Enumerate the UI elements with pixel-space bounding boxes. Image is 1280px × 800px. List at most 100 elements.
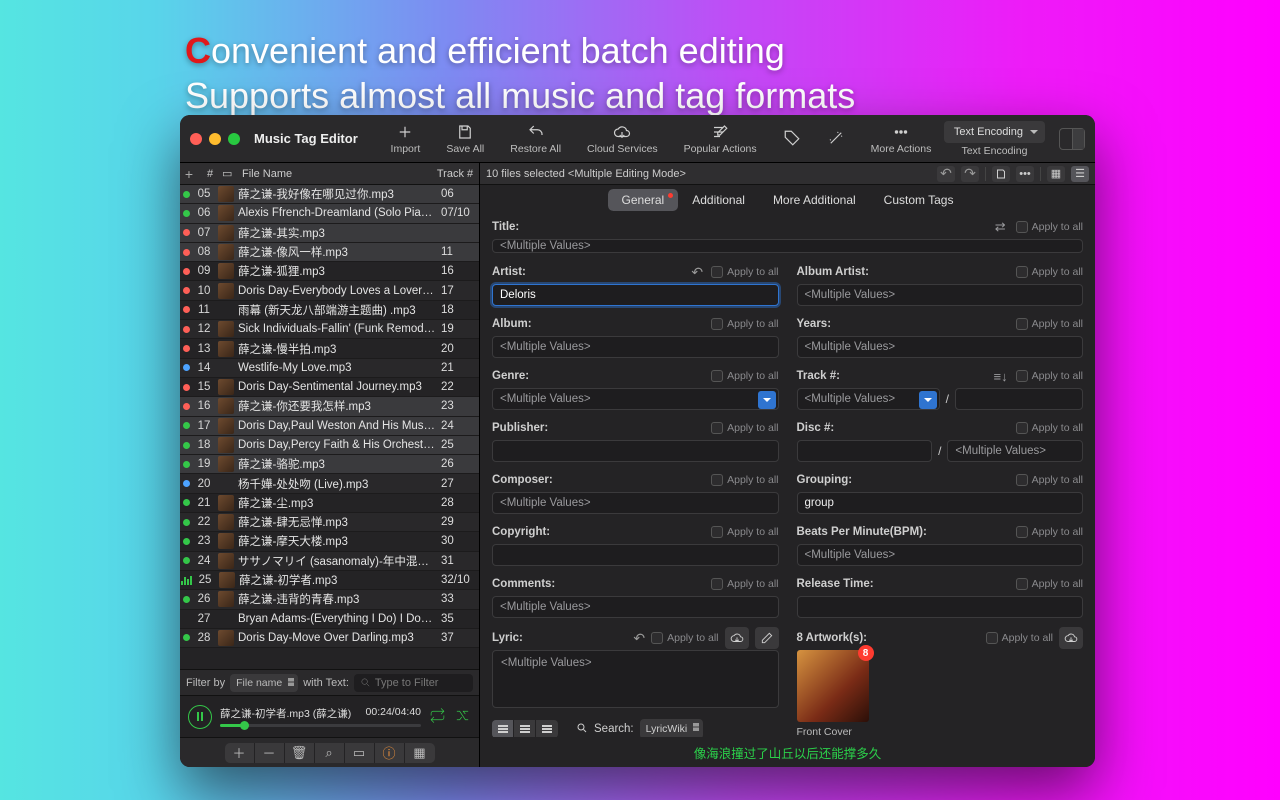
genre-select[interactable]: <Multiple Values> [492,388,779,410]
tag-icon[interactable] [783,129,801,149]
title-apply[interactable]: Apply to all [1016,221,1083,233]
track-num-select[interactable]: <Multiple Values> [797,388,940,410]
save-all-button[interactable]: Save All [446,123,484,155]
shuffle-button[interactable] [454,707,471,727]
tab-general[interactable]: General [608,189,679,211]
swap-icon[interactable]: ⇄ [995,219,1006,235]
table-row[interactable]: 08薛之谦-像风一样.mp311 [180,243,479,262]
table-row[interactable]: 13薛之谦-慢半拍.mp320 [180,339,479,358]
lyric-source-select[interactable]: LyricWiki [640,719,704,737]
lyric-edit-button[interactable] [755,627,779,649]
import-button[interactable]: Import [391,123,421,155]
file-name: Sick Individuals-Fallin' (Funk Remod… [238,323,437,335]
table-row[interactable]: 25薛之谦-初学者.mp332/10 [180,571,479,590]
track-sequence-icon[interactable]: ≡↓ [994,369,1008,384]
release-input[interactable] [797,596,1084,618]
table-row[interactable]: 05薛之谦-我好像在哪见过你.mp306 [180,185,479,204]
table-row[interactable]: 28Doris Day-Move Over Darling.mp337 [180,629,479,648]
file-name: 薛之谦-摩天大楼.mp3 [238,533,437,549]
table-row[interactable]: 09薛之谦-狐狸.mp316 [180,262,479,281]
lyric-textarea[interactable]: <Multiple Values> [492,650,779,708]
save-button[interactable] [992,166,1010,182]
reveal-button[interactable]: ⌕ [315,743,345,763]
seek-slider[interactable] [220,724,421,727]
table-row[interactable]: 22薛之谦-肆无忌惮.mp329 [180,513,479,532]
pause-button[interactable] [188,705,212,729]
title-input[interactable]: <Multiple Values> [492,239,1083,253]
disc-num-input[interactable] [797,440,933,462]
artwork-download-button[interactable] [1059,627,1083,649]
table-row[interactable]: 19薛之谦-骆驼.mp326 [180,455,479,474]
tab-more-additional[interactable]: More Additional [759,189,870,211]
comments-input[interactable]: <Multiple Values> [492,596,779,618]
table-row[interactable]: 10Doris Day-Everybody Loves a Lover…17 [180,281,479,300]
col-filename[interactable]: File Name [240,168,431,180]
col-index[interactable]: # [198,168,222,180]
table-row[interactable]: 18Doris Day,Percy Faith & His Orchest…25 [180,436,479,455]
table-row[interactable]: 07薛之谦-其实.mp3 [180,224,479,243]
tab-additional[interactable]: Additional [678,189,759,211]
more-button[interactable]: ••• [1016,166,1034,182]
album-input[interactable]: <Multiple Values> [492,336,779,358]
text-encoding-select[interactable]: Text Encoding [944,121,1045,143]
composer-input[interactable]: <Multiple Values> [492,492,779,514]
loop-button[interactable] [429,707,446,727]
undo-button[interactable]: ↶ [937,166,955,182]
add-row-button[interactable]: + [180,166,198,182]
popular-actions-button[interactable]: Popular Actions [684,123,757,155]
tab-custom-tags[interactable]: Custom Tags [870,189,968,211]
file-thumb [218,283,234,299]
publisher-input[interactable] [492,440,779,462]
artist-apply[interactable]: Apply to all [711,266,778,278]
artwork-thumbnail[interactable]: 8 [797,650,869,722]
table-row[interactable]: 23薛之谦-摩天大楼.mp330 [180,532,479,551]
bpm-input[interactable]: <Multiple Values> [797,544,1084,566]
grid-view-button[interactable]: ▦ [405,743,435,763]
table-row[interactable]: 15Doris Day-Sentimental Journey.mp322 [180,378,479,397]
close-icon[interactable] [190,133,202,145]
trash-button[interactable]: 🗑 [285,743,315,763]
table-row[interactable]: 16薛之谦-你还要我怎样.mp323 [180,397,479,416]
table-row[interactable]: 17Doris Day,Paul Weston And His Mus…24 [180,417,479,436]
copyright-input[interactable] [492,544,779,566]
restore-all-button[interactable]: Restore All [510,123,561,155]
redo-button[interactable]: ↷ [961,166,979,182]
table-row[interactable]: 21薛之谦-尘.mp328 [180,494,479,513]
lyric-revert-icon[interactable]: ↶ [633,630,645,647]
artist-revert-icon[interactable]: ↶ [691,264,703,281]
track-total-input[interactable] [955,388,1083,410]
table-row[interactable]: 11雨幕 (新天龙八部端游主题曲) .mp318 [180,301,479,320]
file-thumb [218,341,234,357]
filter-mode-select[interactable]: File name [230,674,298,692]
file-rows[interactable]: 05薛之谦-我好像在哪见过你.mp30606Alexis Ffrench-Dre… [180,185,479,669]
table-row[interactable]: 24ササノマリイ (sasanomaly)-年中混…31 [180,552,479,571]
cloud-services-button[interactable]: Cloud Services [587,123,658,155]
list-mode-button[interactable]: ☰ [1071,166,1089,182]
grouping-input[interactable]: group [797,492,1084,514]
col-track[interactable]: Track # [431,168,479,180]
table-row[interactable]: 26薛之谦-违背的青春.mp333 [180,590,479,609]
table-row[interactable]: 27Bryan Adams-(Everything I Do) I Do…35 [180,610,479,629]
wand-icon[interactable] [827,129,845,149]
file-name: Doris Day,Percy Faith & His Orchest… [238,439,437,451]
album-artist-input[interactable]: <Multiple Values> [797,284,1084,306]
table-row[interactable]: 12Sick Individuals-Fallin' (Funk Remod…1… [180,320,479,339]
table-row[interactable]: 14Westlife-My Love.mp321 [180,359,479,378]
table-row[interactable]: 20杨千嬅-处处吻 (Live).mp327 [180,474,479,493]
minimize-icon[interactable] [209,133,221,145]
table-row[interactable]: 06Alexis Ffrench-Dreamland (Solo Pia…07/… [180,204,479,223]
add-file-button[interactable]: ＋ [225,743,255,763]
panel-toggle-button[interactable] [1059,128,1085,150]
artist-input[interactable]: Deloris [492,284,779,306]
grid-mode-button[interactable]: ▦ [1047,166,1065,182]
zoom-icon[interactable] [228,133,240,145]
info-button[interactable]: ⓘ [375,743,405,763]
more-actions-button[interactable]: More Actions [871,123,932,155]
remove-file-button[interactable]: － [255,743,285,763]
filter-input[interactable]: Type to Filter [354,674,473,692]
lyric-align[interactable] [492,720,558,737]
years-input[interactable]: <Multiple Values> [797,336,1084,358]
lyric-download-button[interactable] [725,627,749,649]
disc-total-input[interactable]: <Multiple Values> [947,440,1083,462]
open-folder-button[interactable]: ▭ [345,743,375,763]
